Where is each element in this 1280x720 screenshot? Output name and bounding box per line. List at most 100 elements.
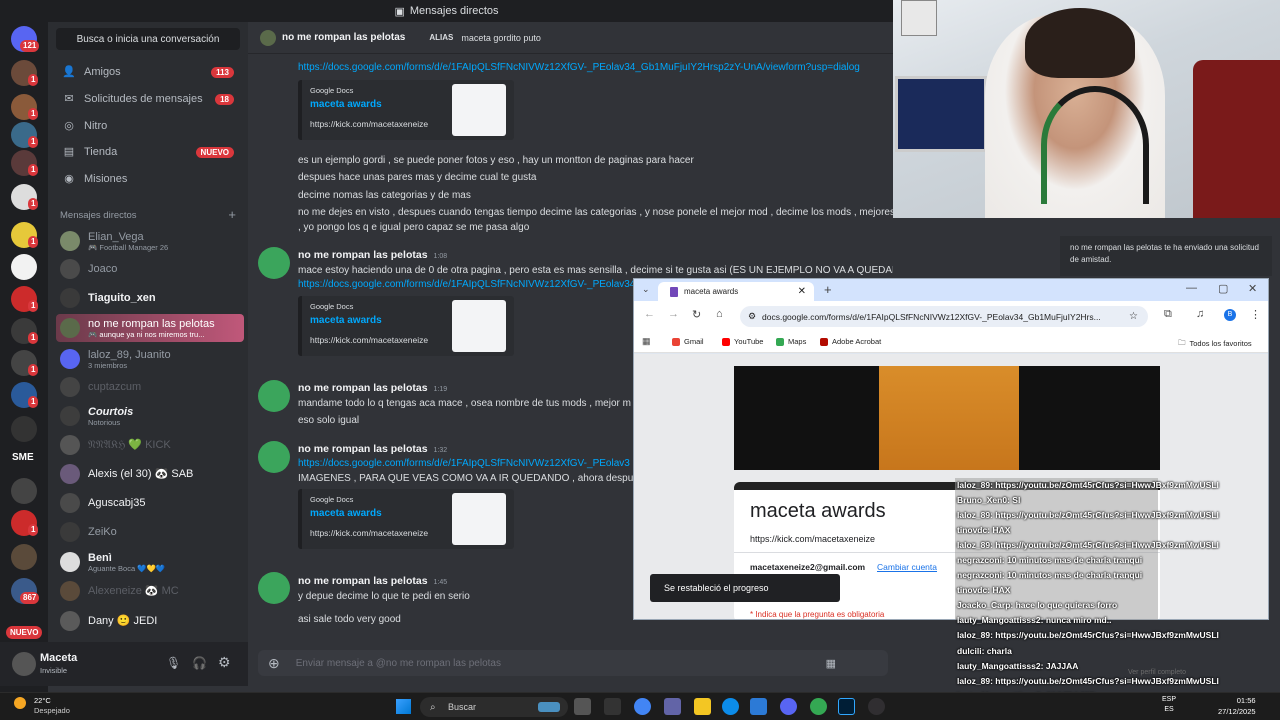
profile-avatar[interactable]: B [1224, 309, 1236, 321]
extensions-icon[interactable]: ⧉ [1164, 308, 1172, 321]
menu-icon[interactable]: ⋮ [1250, 308, 1261, 321]
all-bookmarks[interactable]: 🗀 Todos los favoritos [1178, 337, 1252, 350]
new-tab-icon[interactable]: + [824, 282, 832, 297]
embed-thumbnail[interactable] [452, 300, 506, 352]
site-info-icon[interactable]: ⚙ [748, 311, 756, 322]
clock[interactable]: 01:56 27/12/2025 [1218, 695, 1256, 717]
dm-item-active[interactable]: no me rompan las pelotas 🎮 aunque ya ni … [56, 314, 244, 342]
copilot-icon[interactable] [604, 698, 621, 715]
friend-request-notification[interactable]: no me rompan las pelotas te ha enviado u… [1060, 236, 1272, 276]
message-author[interactable]: no me rompan las pelotas 1:19 [298, 382, 447, 394]
dm-item[interactable]: cuptazcum [56, 372, 244, 402]
task-view-icon[interactable] [574, 698, 591, 715]
minimize-icon[interactable]: — [1186, 282, 1197, 294]
edge-icon[interactable] [722, 698, 739, 715]
dm-item[interactable]: Benì Aguante Boca 💙💛💙 [56, 547, 244, 577]
embed-thumbnail[interactable] [452, 84, 506, 136]
nav-quests[interactable]: ◉ Misiones [56, 167, 242, 191]
close-tab-icon[interactable]: ✕ [798, 286, 806, 297]
dm-item[interactable]: Joaco [56, 254, 244, 284]
dm-item[interactable]: laloz_89, Juanito 3 miembros [56, 344, 244, 374]
avatar[interactable] [258, 247, 290, 279]
back-icon[interactable]: ← [644, 308, 655, 320]
taskbar-search[interactable]: ⌕ Buscar [420, 697, 568, 717]
address-bar[interactable]: ⚙ docs.google.com/forms/d/e/1FAIpQLSfFNc… [740, 306, 1148, 327]
link-embed[interactable]: Google Docs maceta awards https://kick.c… [298, 80, 514, 140]
photoshop-icon[interactable] [838, 698, 855, 715]
server-icon[interactable] [11, 544, 37, 570]
forward-icon[interactable]: → [668, 308, 679, 320]
browser-tab[interactable]: maceta awards ✕ [658, 282, 814, 301]
bookmark-maps[interactable]: Maps [776, 337, 806, 346]
weather-icon[interactable] [14, 697, 26, 709]
dm-item[interactable]: 𝔑𝔑𝔄𝔎ℌ 💚 KICK [56, 430, 244, 460]
author-name[interactable]: no me rompan las pelotas [298, 249, 428, 261]
tab-list-icon[interactable]: ⌄ [642, 284, 650, 295]
add-dm-icon[interactable]: + [228, 207, 236, 222]
gift-icon[interactable]: ▦ [826, 657, 836, 670]
server-label-sme[interactable]: SME [12, 452, 34, 463]
windows-start-icon[interactable] [396, 699, 411, 714]
embed-thumbnail[interactable] [452, 493, 506, 545]
dm-item[interactable]: Tiaguito_xen [56, 283, 244, 313]
close-window-icon[interactable]: ✕ [1248, 282, 1257, 295]
server-icon[interactable] [11, 254, 37, 280]
dm-search-button[interactable]: Busca o inicia una conversación [56, 28, 240, 50]
media-icon[interactable]: ♫ [1196, 308, 1204, 320]
dm-item[interactable]: ZeiKo [56, 517, 244, 547]
star-icon[interactable]: ☆ [1129, 311, 1138, 322]
dm-item[interactable]: Elian_Vega 🎮 Football Manager 26 [56, 226, 244, 256]
teams-icon[interactable] [664, 698, 681, 715]
dm-item[interactable]: Alexis (el 30) 🐼 SAB [56, 459, 244, 489]
message-author[interactable]: no me rompan las pelotas 1:45 [298, 575, 447, 587]
avatar[interactable] [258, 441, 290, 473]
avatar[interactable] [258, 380, 290, 412]
file-explorer-icon[interactable] [694, 698, 711, 715]
dm-item[interactable]: Aguscabj35 [56, 488, 244, 518]
avatar[interactable] [258, 572, 290, 604]
dm-item[interactable]: Alexeneize 🐼 MC [56, 576, 244, 606]
dm-item[interactable]: Dany 🙂 JEDI [56, 606, 244, 636]
server-icon[interactable] [11, 416, 37, 442]
nav-nitro[interactable]: ◎ Nitro [56, 114, 242, 138]
message-link[interactable]: https://docs.google.com/forms/d/e/1FAIpQ… [298, 62, 860, 73]
dm-item[interactable]: Courtois Notorious [56, 401, 244, 431]
apps-icon[interactable]: ▦ [642, 336, 651, 347]
nav-friends[interactable]: 👤 Amigos 113 [56, 60, 242, 84]
headphones-icon[interactable]: 🎧 [192, 656, 207, 670]
maximize-icon[interactable]: ▢ [1218, 282, 1228, 295]
author-name[interactable]: no me rompan las pelotas [298, 443, 428, 455]
bookmark-youtube[interactable]: YouTube [722, 337, 763, 346]
message-link[interactable]: https://docs.google.com/forms/d/e/1FAIpQ… [298, 458, 630, 469]
switch-account-link[interactable]: Cambiar cuenta [877, 562, 937, 572]
author-name[interactable]: no me rompan las pelotas [298, 575, 428, 587]
store-icon[interactable] [750, 698, 767, 715]
message-input[interactable]: ⊕ Enviar mensaje a @no me rompan las pel… [258, 650, 888, 676]
link-embed[interactable]: Google Docs maceta awards https://kick.c… [298, 489, 514, 549]
add-attachment-icon[interactable]: ⊕ [268, 655, 280, 672]
author-name[interactable]: no me rompan las pelotas [298, 382, 428, 394]
link-embed[interactable]: Google Docs maceta awards https://kick.c… [298, 296, 514, 356]
embed-title[interactable]: maceta awards [310, 99, 382, 110]
server-icon[interactable] [11, 478, 37, 504]
reload-icon[interactable]: ↻ [692, 308, 701, 321]
embed-title[interactable]: maceta awards [310, 315, 382, 326]
nav-message-requests[interactable]: ✉ Solicitudes de mensajes 18 [56, 87, 242, 111]
avatar[interactable] [12, 652, 36, 676]
embed-title[interactable]: maceta awards [310, 508, 382, 519]
message-author[interactable]: no me rompan las pelotas 1:32 [298, 443, 447, 455]
obs-icon[interactable] [868, 698, 885, 715]
bookmark-gmail[interactable]: Gmail [672, 337, 704, 346]
language-indicator[interactable]: ESP ES [1162, 695, 1176, 715]
microphone-icon[interactable]: 🎙 [166, 656, 181, 670]
new-badge[interactable]: NUEVO [6, 626, 43, 639]
discord-icon[interactable] [780, 698, 797, 715]
chrome-active-icon[interactable] [810, 698, 827, 715]
message-author[interactable]: no me rompan las pelotas 1:08 [298, 249, 447, 261]
gear-icon[interactable]: ⚙ [218, 654, 231, 671]
chrome-icon[interactable] [634, 698, 651, 715]
home-icon[interactable]: ⌂ [716, 308, 723, 320]
bookmark-acrobat[interactable]: Adobe Acrobat [820, 337, 881, 346]
message-link[interactable]: https://docs.google.com/forms/d/e/1FAIpQ… [298, 279, 635, 290]
nav-shop[interactable]: ▤ Tienda NUEVO [56, 140, 242, 164]
